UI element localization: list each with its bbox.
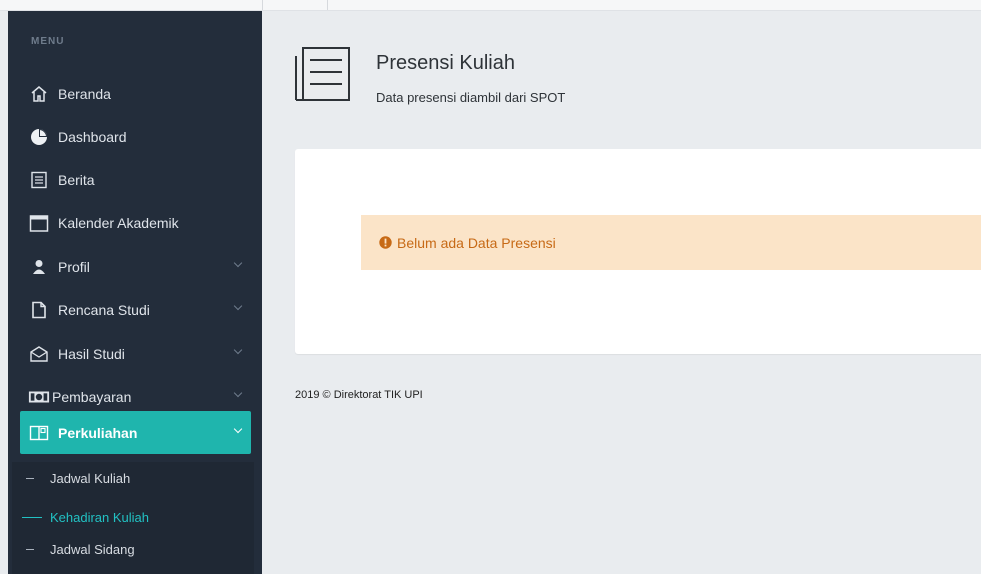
sidebar-item-label: Berita bbox=[58, 172, 95, 188]
submenu-item-kehadiran-kuliah[interactable]: Kehadiran Kuliah bbox=[12, 502, 243, 532]
chevron-down-icon bbox=[233, 388, 243, 398]
submenu-item-label: Jadwal Sidang bbox=[50, 541, 135, 557]
user-icon bbox=[28, 258, 50, 276]
sidebar-item-hasil-studi[interactable]: Hasil Studi bbox=[20, 334, 251, 374]
envelope-open-icon bbox=[28, 345, 50, 363]
sidebar-item-berita[interactable]: Berita bbox=[20, 160, 251, 200]
dash-icon bbox=[22, 516, 42, 518]
submenu-item-jadwal-kuliah[interactable]: Jadwal Kuliah bbox=[12, 463, 243, 493]
exclamation-circle-icon bbox=[379, 236, 392, 249]
sidebar-item-label: Profil bbox=[58, 259, 90, 275]
calendar-icon bbox=[28, 214, 50, 232]
sidebar-item-rencana-studi[interactable]: Rencana Studi bbox=[20, 290, 251, 330]
top-bar bbox=[0, 0, 981, 11]
sidebar-item-label: Hasil Studi bbox=[58, 346, 125, 362]
warning-alert: Belum ada Data Presensi bbox=[361, 215, 981, 270]
menu-header: MENU bbox=[31, 36, 65, 47]
page-subtitle: Data presensi diambil dari SPOT bbox=[376, 90, 566, 105]
dash-icon bbox=[26, 477, 34, 479]
page-title: Presensi Kuliah bbox=[376, 52, 515, 74]
sidebar-item-dashboard[interactable]: Dashboard bbox=[20, 117, 251, 157]
newspaper-icon bbox=[28, 171, 50, 189]
sidebar-item-label: Perkuliahan bbox=[58, 424, 138, 441]
top-bar-divider bbox=[327, 0, 328, 10]
chevron-down-icon bbox=[233, 424, 243, 434]
chevron-down-icon bbox=[233, 301, 243, 311]
sidebar-item-perkuliahan[interactable]: Perkuliahan bbox=[20, 411, 251, 454]
dash-icon bbox=[26, 548, 34, 550]
list-document-icon bbox=[294, 46, 352, 107]
book-icon bbox=[28, 424, 50, 442]
submenu-perkuliahan: Jadwal Kuliah Kehadiran Kuliah Jadwal Si… bbox=[12, 462, 254, 574]
sidebar-item-profil[interactable]: Profil bbox=[20, 247, 251, 287]
submenu-item-label: Kehadiran Kuliah bbox=[50, 509, 150, 525]
chevron-down-icon bbox=[233, 345, 243, 355]
top-bar-divider bbox=[262, 0, 263, 10]
sidebar-item-label: Rencana Studi bbox=[58, 302, 150, 318]
file-icon bbox=[28, 301, 50, 319]
pie-chart-icon bbox=[28, 128, 50, 146]
submenu-item-jadwal-sidang[interactable]: Jadwal Sidang bbox=[12, 534, 243, 564]
sidebar-item-label: Kalender Akademik bbox=[58, 215, 179, 231]
sidebar-item-kalender-akademik[interactable]: Kalender Akademik bbox=[20, 203, 251, 243]
sidebar-item-label: Beranda bbox=[58, 86, 111, 102]
money-icon bbox=[28, 388, 50, 406]
footer-text: 2019 © Direktorat TIK UPI bbox=[295, 389, 423, 401]
sidebar-item-beranda[interactable]: Beranda bbox=[20, 74, 251, 114]
sidebar-item-label: Pembayaran bbox=[52, 389, 132, 405]
home-icon bbox=[28, 85, 50, 103]
chevron-down-icon bbox=[233, 258, 243, 268]
sidebar-item-label: Dashboard bbox=[58, 129, 127, 145]
submenu-item-label: Jadwal Kuliah bbox=[50, 470, 131, 486]
alert-text: Belum ada Data Presensi bbox=[397, 234, 556, 251]
